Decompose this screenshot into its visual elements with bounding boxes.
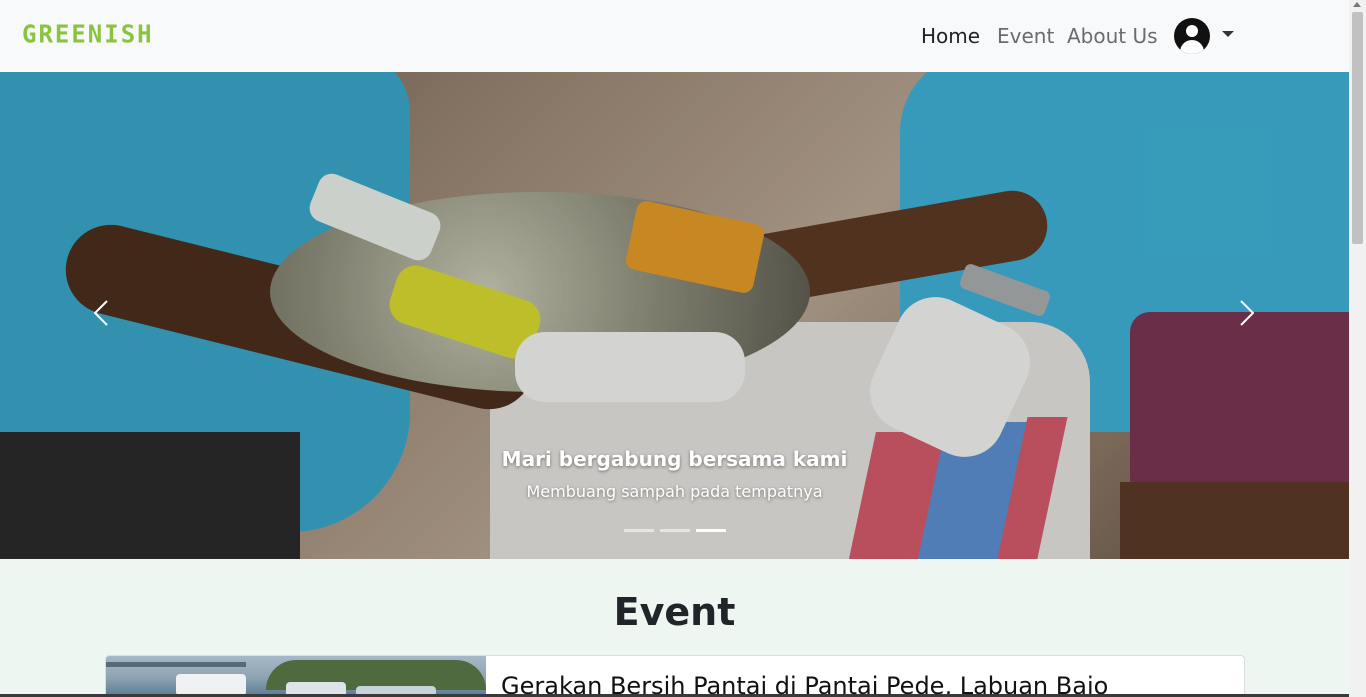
carousel-caption-subtitle: Membuang sampah pada tempatnya [526, 482, 823, 501]
event-card-image [106, 656, 486, 697]
page-scrollbar[interactable] [1349, 0, 1366, 697]
hero-carousel: Mari bergabung bersama kami Membuang sam… [0, 72, 1349, 559]
event-image-boat [176, 674, 246, 696]
event-image-pier [106, 662, 246, 667]
scroll-up-arrow-icon[interactable] [1353, 2, 1361, 7]
avatar-head [1186, 25, 1198, 37]
navbar: GREENISH Home Event About Us [0, 0, 1349, 72]
carousel-indicator-3[interactable] [696, 529, 726, 532]
user-circle-icon[interactable] [1174, 18, 1210, 54]
scrollbar-thumb[interactable] [1352, 12, 1363, 244]
nav-link-event[interactable]: Event [997, 24, 1054, 48]
event-card[interactable]: Gerakan Bersih Pantai di Pantai Pede, La… [105, 655, 1245, 697]
carousel-caption-title: Mari bergabung bersama kami [501, 447, 848, 471]
avatar-body [1180, 40, 1204, 54]
nav-link-about-us[interactable]: About Us [1067, 24, 1158, 48]
nav-link-home[interactable]: Home [921, 24, 980, 48]
carousel-indicator-1[interactable] [624, 529, 654, 532]
caret-down-icon[interactable] [1222, 31, 1234, 37]
event-section-title: Event [613, 590, 736, 634]
chevron-right-icon[interactable] [1240, 300, 1254, 326]
brand-logo[interactable]: GREENISH [22, 19, 154, 48]
carousel-indicator-2[interactable] [660, 529, 690, 532]
chevron-left-icon[interactable] [94, 300, 108, 326]
